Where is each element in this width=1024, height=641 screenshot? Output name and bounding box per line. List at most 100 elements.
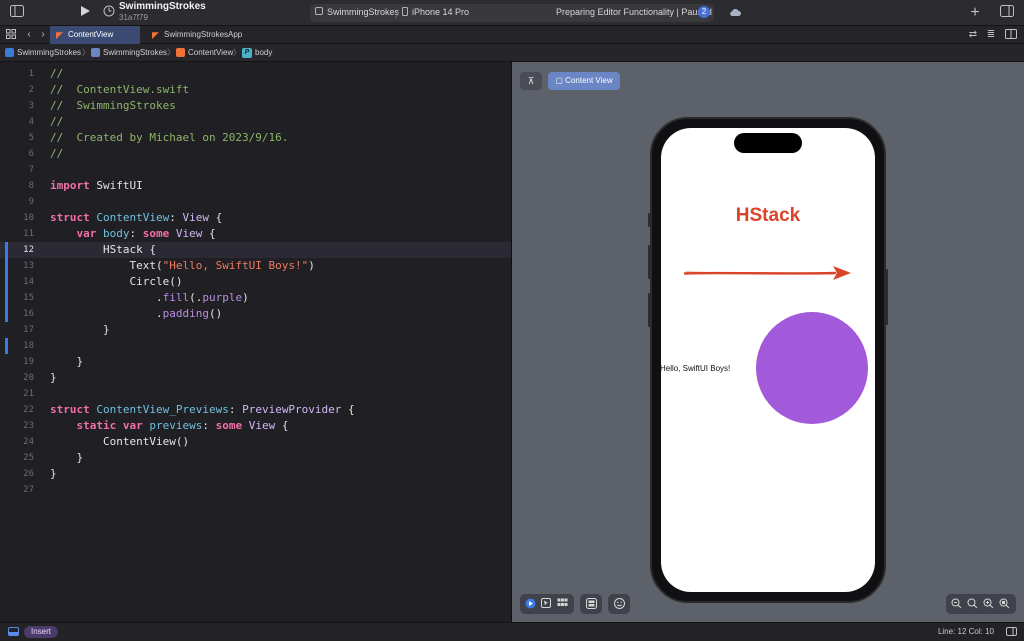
- line-number: 26: [23, 469, 34, 479]
- breadcrumb-item-symbol[interactable]: Pbody: [242, 44, 272, 62]
- code-line[interactable]: 15 .fill(.purple): [0, 290, 511, 306]
- code-line[interactable]: 17 }: [0, 322, 511, 338]
- device-settings-group: [580, 594, 602, 614]
- phone-screen[interactable]: HStack Hello, SwiftUI Boys!: [661, 128, 875, 592]
- property-icon: P: [242, 47, 252, 58]
- grid-icon[interactable]: [2, 26, 20, 44]
- code-line[interactable]: 16 .padding(): [0, 306, 511, 322]
- code-line[interactable]: 25 }: [0, 450, 511, 466]
- code-token: {: [341, 403, 355, 416]
- code-token: }: [50, 355, 84, 368]
- code-line[interactable]: 20}: [0, 370, 511, 386]
- code-line[interactable]: 7: [0, 162, 511, 178]
- code-line[interactable]: 11 var body: some View {: [0, 226, 511, 242]
- run-icon[interactable]: [76, 4, 94, 22]
- breadcrumb-item-group[interactable]: SwimmingStrokes: [91, 44, 167, 62]
- code-token: var: [76, 227, 97, 240]
- code-line[interactable]: 19 }: [0, 354, 511, 370]
- line-number: 2: [28, 85, 34, 95]
- inspector-panel-icon[interactable]: [1002, 623, 1020, 641]
- selectable-mode-icon[interactable]: [540, 598, 552, 610]
- code-line[interactable]: 26}: [0, 466, 511, 482]
- destination-selector[interactable]: iPhone 14 Pro: [412, 7, 469, 17]
- chevron-right-icon: 〉: [233, 48, 241, 57]
- code-line[interactable]: 8 import SwiftUI: [0, 178, 511, 194]
- issue-count-badge[interactable]: 2: [698, 6, 710, 18]
- code-text: import SwiftUI: [50, 178, 143, 194]
- commit-hash: 31a7f79: [119, 13, 148, 22]
- code-line[interactable]: 18: [0, 338, 511, 354]
- debug-area-toggle-icon[interactable]: [4, 623, 22, 641]
- code-text: var body: some View {: [50, 226, 216, 242]
- code-line[interactable]: 2 // ContentView.swift: [0, 82, 511, 98]
- zoom-actual-icon[interactable]: [966, 598, 978, 610]
- code-token: "Hello, SwiftUI Boys!": [162, 259, 309, 272]
- scheme-activity-bar[interactable]: SwimmingStrokes 〉 iPhone 14 Pro Preparin…: [310, 4, 714, 22]
- line-number: 17: [23, 325, 34, 335]
- code-line[interactable]: 3 // SwimmingStrokes: [0, 98, 511, 114]
- zoom-fit-icon[interactable]: [998, 598, 1010, 610]
- code-token: struct: [50, 403, 90, 416]
- source-editor[interactable]: 1 // 2 // ContentView.swift 3 // SwimmingStro…: [0, 62, 511, 622]
- zoom-out-icon[interactable]: [950, 598, 962, 610]
- live-mode-icon[interactable]: [524, 598, 536, 610]
- scheme-selector[interactable]: SwimmingStrokes: [327, 7, 399, 17]
- code-line[interactable]: 22 struct ContentView_Previews: PreviewPr…: [0, 402, 511, 418]
- breadcrumb-item-project[interactable]: SwimmingStrokes: [5, 44, 81, 62]
- zoom-in-icon[interactable]: [982, 598, 994, 610]
- tab-swimmingstrokesapp[interactable]: ◤ SwimmingStrokesApp: [146, 26, 256, 44]
- device-settings-icon[interactable]: [585, 598, 597, 610]
- source-control-icon[interactable]: [100, 4, 118, 22]
- code-text: }: [50, 450, 83, 466]
- code-text: struct ContentView_Previews: PreviewProv…: [50, 402, 355, 418]
- code-token: {: [202, 227, 216, 240]
- code-line[interactable]: 23 static var previews: some View {: [0, 418, 511, 434]
- code-line[interactable]: 24 ContentView(): [0, 434, 511, 450]
- code-token: :: [129, 227, 143, 240]
- code-token: // ContentView.swift: [50, 83, 190, 96]
- code-line[interactable]: 27: [0, 482, 511, 498]
- device-icon: [402, 7, 408, 18]
- code-text: }: [50, 354, 83, 370]
- line-number: 19: [23, 357, 34, 367]
- code-token: ContentView(): [50, 435, 190, 448]
- arrow-right-icon: [683, 266, 851, 280]
- code-token: {: [208, 211, 223, 224]
- preview-label: Content View: [565, 76, 613, 85]
- code-line[interactable]: 1 //: [0, 66, 511, 82]
- tab-label: ContentView: [68, 30, 114, 39]
- code-line[interactable]: 13 Text("Hello, SwiftUI Boys!"): [0, 258, 511, 274]
- split-editor-icon[interactable]: [1002, 26, 1020, 44]
- code-token: {: [275, 419, 289, 432]
- tab-contentview[interactable]: ◤ ContentView: [50, 26, 140, 44]
- code-line[interactable]: 21: [0, 386, 511, 402]
- code-line[interactable]: 14 Circle(): [0, 274, 511, 290]
- code-line[interactable]: 10 struct ContentView: View {: [0, 210, 511, 226]
- code-token: View: [175, 227, 203, 240]
- code-line[interactable]: 12 HStack {: [0, 242, 511, 258]
- code-line[interactable]: 9: [0, 194, 511, 210]
- breadcrumb-item-file[interactable]: ContentView: [176, 44, 233, 62]
- code-token: //: [50, 147, 64, 160]
- emoji-icon[interactable]: [613, 598, 625, 610]
- project-title[interactable]: SwimmingStrokes: [119, 1, 206, 12]
- inspector-toggle-icon[interactable]: [998, 4, 1016, 22]
- sidebar-toggle-icon[interactable]: [8, 4, 26, 22]
- content-view-preview-button[interactable]: ▢ Content View: [548, 72, 620, 90]
- code-text: static var previews: some View {: [50, 418, 289, 434]
- chevron-right-icon: 〉: [82, 48, 90, 57]
- related-items-icon[interactable]: ⇄: [964, 26, 982, 44]
- variants-icon[interactable]: [556, 598, 568, 610]
- editor-options-icon[interactable]: ≣: [982, 26, 1000, 44]
- add-icon[interactable]: +: [966, 4, 984, 22]
- line-number: 22: [23, 405, 34, 415]
- pin-icon[interactable]: ⊼: [520, 72, 542, 90]
- swift-file-icon: [176, 48, 185, 58]
- code-line[interactable]: 4 //: [0, 114, 511, 130]
- code-line[interactable]: 5 // Created by Michael on 2023/9/16.: [0, 130, 511, 146]
- cloud-icon[interactable]: [726, 4, 744, 22]
- code-line[interactable]: 6 //: [0, 146, 511, 162]
- code-token: View: [248, 419, 276, 432]
- code-token: struct: [50, 211, 90, 224]
